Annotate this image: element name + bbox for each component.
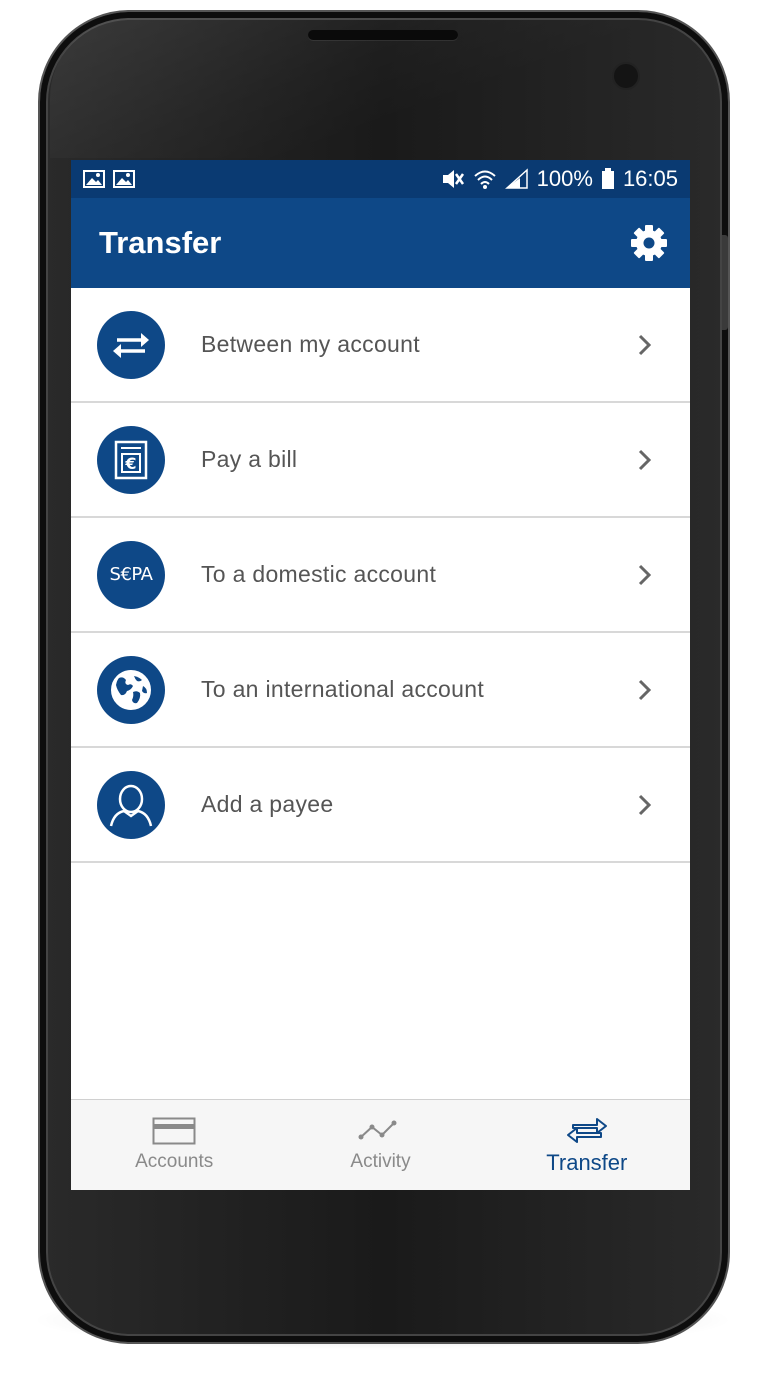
chevron-right-icon [638, 679, 652, 700]
image-notification-icon [83, 170, 105, 188]
nav-accounts[interactable]: Accounts [71, 1100, 277, 1190]
mute-icon [442, 170, 464, 188]
nav-label: Accounts [135, 1151, 214, 1172]
user-icon [97, 770, 165, 839]
battery-percent: 100% [536, 166, 593, 191]
front-camera [612, 62, 640, 90]
nav-label: Transfer [546, 1150, 628, 1175]
activity-icon [358, 1120, 397, 1140]
menu-item-domestic-account[interactable]: S€PA To a domestic account [71, 518, 690, 633]
menu-item-label: Add a payee [201, 791, 334, 817]
menu-item-add-a-payee[interactable]: Add a payee [71, 748, 690, 863]
svg-text:€: € [124, 454, 136, 473]
nav-transfer[interactable]: Transfer [484, 1100, 690, 1190]
wifi-icon [473, 170, 496, 189]
swap-arrows-icon [97, 310, 165, 379]
speaker-grille [308, 30, 458, 40]
chevron-right-icon [638, 564, 652, 585]
screen: 100% 16:05 Transfer Between my account €… [71, 160, 690, 1190]
status-bar: 100% 16:05 [71, 160, 690, 198]
menu-item-between-my-account[interactable]: Between my account [71, 288, 690, 403]
menu-item-label: Pay a bill [201, 446, 298, 472]
signal-icon [504, 168, 528, 189]
menu-item-pay-a-bill[interactable]: € Pay a bill [71, 403, 690, 518]
status-system: 100% 16:05 [441, 166, 678, 192]
menu-item-label: Between my account [201, 331, 420, 357]
chevron-right-icon [638, 334, 652, 355]
bill-euro-icon: € [97, 425, 165, 494]
card-icon [152, 1117, 196, 1145]
clock: 16:05 [622, 166, 678, 191]
chevron-right-icon [638, 449, 652, 470]
globe-icon [97, 655, 165, 724]
transfer-icon [566, 1118, 607, 1143]
menu-item-label: To a domestic account [201, 561, 437, 587]
menu-item-label: To an international account [201, 676, 485, 702]
image-notification-icon [113, 170, 135, 188]
nav-label: Activity [350, 1151, 411, 1172]
status-notifications [83, 170, 135, 188]
app-bar: Transfer [71, 198, 690, 288]
sepa-icon: S€PA [97, 540, 165, 609]
battery-icon [601, 168, 614, 189]
transfer-options-list: Between my account € Pay a bill S€PA To … [71, 288, 690, 863]
bottom-navigation: Accounts Activity Transfer [71, 1099, 690, 1190]
chevron-right-icon [638, 794, 652, 815]
page-title: Transfer [99, 225, 222, 260]
power-button [722, 235, 728, 330]
gear-icon[interactable] [630, 224, 668, 262]
sepa-icon-text: S€PA [109, 564, 153, 585]
menu-item-international-account[interactable]: To an international account [71, 633, 690, 748]
nav-activity[interactable]: Activity [277, 1100, 483, 1190]
